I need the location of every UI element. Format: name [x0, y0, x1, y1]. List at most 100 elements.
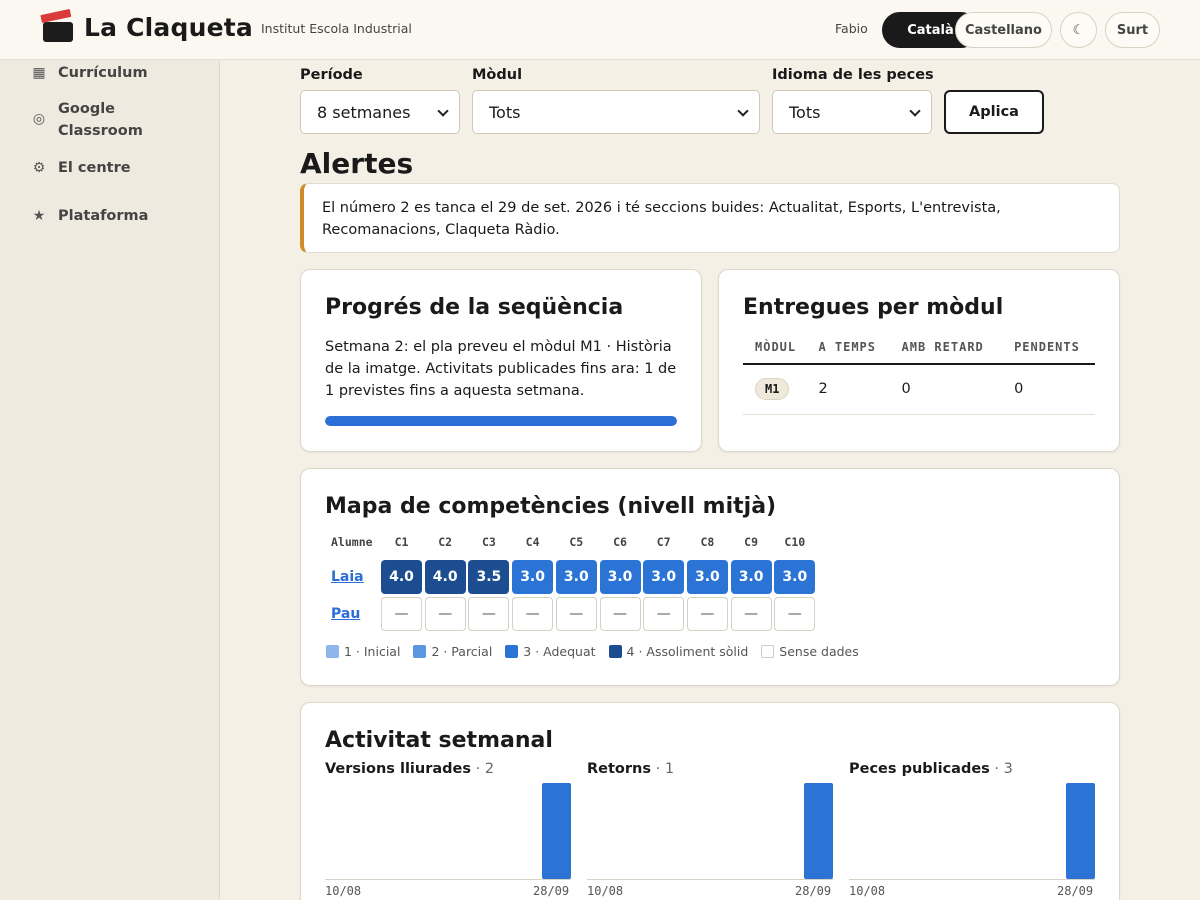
chevron-down-icon: [437, 105, 449, 117]
legend-label: Sense dades: [779, 644, 859, 659]
x-tick-end: 28/09: [1057, 884, 1094, 898]
app-title: La Claqueta: [84, 12, 253, 42]
mini-chart-title: Versions lliurades · 2: [325, 761, 494, 777]
module-label: Mòdul: [472, 67, 523, 83]
chevron-down-icon: [909, 105, 921, 117]
legend-item: 2 · Parcial: [413, 644, 492, 659]
competence-header-c8: C8: [700, 535, 715, 549]
legend-swatch: [505, 645, 519, 658]
student-column-header: Alumne: [331, 535, 373, 549]
competence-cell: 3.5: [468, 560, 510, 594]
competence-header-c3: C3: [481, 535, 496, 549]
series-name: Retorns: [587, 761, 651, 777]
sidebar-item-curriculum[interactable]: ▦ Currículum: [30, 62, 168, 84]
competence-cell: 3.0: [686, 560, 728, 594]
competence-header-c4: C4: [525, 535, 540, 549]
competence-cell: 3.0: [774, 560, 816, 594]
competence-cell: —: [424, 597, 466, 631]
legend-swatch: [761, 645, 775, 658]
competence-header-c5: C5: [569, 535, 584, 549]
on-time-value: 2: [806, 364, 890, 415]
theme-toggle-icon[interactable]: ☾: [1060, 12, 1097, 48]
module-badge: M1: [755, 378, 790, 401]
competence-cell: —: [730, 597, 772, 631]
sidebar-item-platform[interactable]: ★ Plataforma: [30, 205, 168, 227]
competence-cell: —: [686, 597, 728, 631]
lang-es-button[interactable]: Castellano: [955, 12, 1052, 48]
mini-chart-title: Peces publicades · 3: [849, 761, 1013, 777]
sidebar-item-label: El centre: [58, 160, 131, 176]
legend-item: 4 · Assoliment sòlid: [608, 644, 749, 659]
clapperboard-icon: [40, 8, 74, 42]
weekly-title: Activitat setmanal: [325, 728, 553, 753]
legend-swatch: [413, 645, 427, 658]
sidebar-item-centre[interactable]: ⚙ El centre: [30, 157, 168, 179]
competences-title: Mapa de competències (nivell mitjà): [325, 494, 777, 519]
competence-cell: 4.0: [424, 560, 466, 594]
x-tick-end: 28/09: [533, 884, 570, 898]
sidebar-item-label: Plataforma: [58, 208, 149, 224]
competence-header-c6: C6: [613, 535, 627, 549]
progress-fill: [325, 416, 677, 426]
sequence-title: Progrés de la seqüència: [325, 295, 624, 320]
competence-cell: —: [555, 597, 597, 631]
activity-bar: [804, 783, 833, 879]
sidebar-item-google-classroom[interactable]: ◎ Google Classroom: [30, 98, 148, 142]
x-tick-start: 10/08: [849, 884, 886, 898]
deliveries-card: Entregues per mòdul MÒDUL A TEMPS AMB RE…: [718, 269, 1120, 452]
activity-bar: [542, 783, 571, 879]
competence-header-c9: C9: [744, 535, 759, 549]
user-name: Fabio: [835, 21, 868, 36]
student-link-pau[interactable]: Pau: [331, 606, 360, 622]
chevron-down-icon: [737, 105, 749, 117]
sequence-text: Setmana 2: el pla preveu el mòdul M1 · H…: [325, 339, 677, 399]
deliveries-table: MÒDUL A TEMPS AMB RETARD PENDENTS M1 2 0…: [743, 330, 1095, 415]
x-tick-end: 28/09: [795, 884, 832, 898]
activity-bar: [1066, 783, 1095, 879]
mini-bar-chart: [849, 783, 1095, 880]
competence-cell: 3.0: [730, 560, 772, 594]
language-select[interactable]: Tots: [772, 90, 932, 134]
sidebar: ▦ Currículum ◎ Google Classroom ⚙ El cen…: [0, 60, 220, 900]
competence-cell: —: [512, 597, 554, 631]
col-late: AMB RETARD: [889, 330, 1003, 365]
legend-item: Sense dades: [761, 644, 859, 659]
logout-button[interactable]: Surt: [1105, 12, 1160, 48]
series-count: · 2: [471, 761, 495, 777]
legend-label: 3 · Adequat: [523, 644, 596, 659]
legend-label: 2 · Parcial: [431, 644, 493, 659]
sidebar-item-label: Currículum: [58, 65, 148, 81]
legend-swatch: [326, 645, 339, 658]
language-label: Idioma de les peces: [772, 67, 934, 83]
period-value: 8 setmanes: [317, 102, 411, 122]
legend-item: 3 · Adequat: [505, 644, 596, 659]
col-pending: PENDENTS: [1002, 330, 1095, 365]
competence-header-c10: C10: [784, 535, 806, 549]
competence-legend: 1 · Inicial 2 · Parcial 3 · Adequat 4 · Ass…: [326, 644, 872, 659]
competence-cell: —: [468, 597, 510, 631]
x-tick-start: 10/08: [587, 884, 624, 898]
competence-cell: 4.0: [381, 560, 422, 594]
module-value: Tots: [489, 102, 521, 122]
alert-message: El número 2 es tanca el 29 de set. 2026 …: [300, 183, 1120, 253]
competence-header-c2: C2: [438, 535, 453, 549]
grid-icon: ▦: [32, 65, 46, 81]
x-tick-start: 10/08: [325, 884, 362, 898]
deliveries-title: Entregues per mòdul: [743, 295, 1004, 320]
module-select[interactable]: Tots: [472, 90, 760, 134]
competence-cell: —: [643, 597, 685, 631]
legend-item: 1 · Inicial: [326, 644, 400, 659]
competence-cell: 3.0: [643, 560, 685, 594]
period-select[interactable]: 8 setmanes: [300, 90, 460, 134]
competence-cell: 3.0: [599, 560, 641, 594]
apply-button[interactable]: Aplica: [944, 90, 1044, 134]
series-name: Versions lliurades: [325, 761, 471, 777]
student-link-laia[interactable]: Laia: [331, 569, 364, 585]
mini-bar-chart: [325, 783, 571, 880]
brand[interactable]: La Claqueta: [40, 8, 253, 42]
sequence-progress-bar: [325, 416, 677, 426]
legend-label: 4 · Assoliment sòlid: [626, 644, 749, 659]
series-count: · 3: [989, 761, 1013, 777]
table-row: M1 2 0 0: [743, 364, 1095, 415]
period-label: Període: [300, 67, 363, 83]
